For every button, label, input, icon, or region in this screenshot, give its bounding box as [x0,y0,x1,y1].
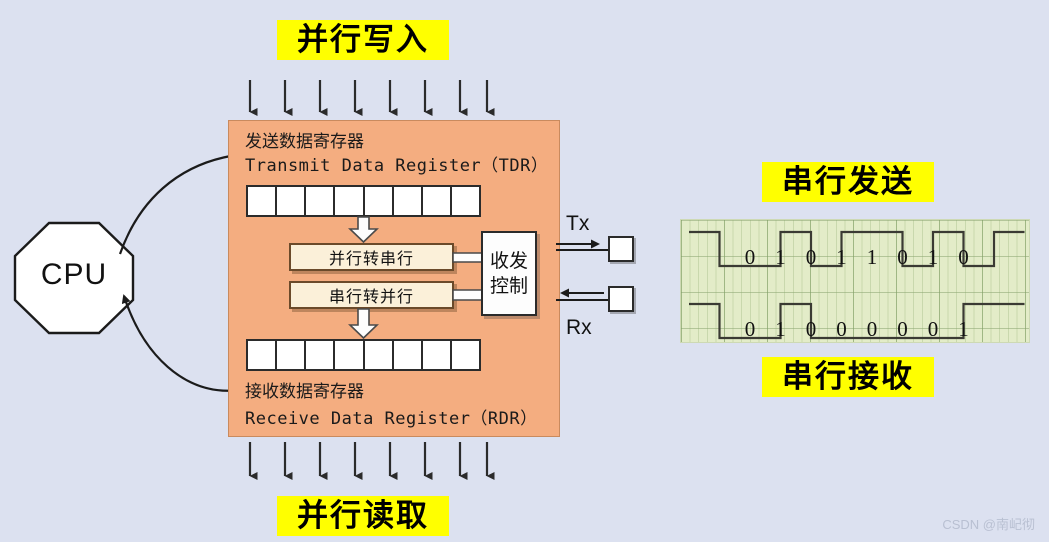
waveform-bit-label: 0 [805,245,817,269]
waveform-bit-label: 0 [866,317,878,341]
rdr-cell [306,341,336,369]
rdr-register-cells [246,339,481,371]
waveform-bit-label: 0 [897,317,908,341]
transceiver-control-box: 收发 控制 [481,231,537,316]
tdr-cell [248,187,278,215]
csdn-watermark: CSDN @南屺彻 [942,517,1035,532]
parallel-write-arrows [248,80,495,116]
rdr-cell [277,341,307,369]
rdr-label-cn: 接收数据寄存器 [245,382,364,402]
waveform-bit-label: 0 [805,317,817,341]
label-serial-receive: 串行接收 [762,357,934,397]
rdr-cell [393,341,423,369]
serial-waveform-panel: 0101101001000001 [680,219,1030,343]
diagram-canvas: 并行写入 并行读取 串行发送 串行接收 CPU 发送数据寄存器 Transmit… [0,0,1049,542]
waveform-traces [689,230,1025,340]
tx-wire [556,249,612,251]
tdr-label-cn: 发送数据寄存器 [245,132,364,152]
rx-pin-label: Rx [566,316,592,339]
rdr-cell [364,341,394,369]
control-line-2: 控制 [489,274,528,297]
tdr-cell [364,187,394,215]
tdr-cell [277,187,307,215]
tdr-cell [335,187,365,215]
waveform-bit-label: 1 [927,245,939,269]
waveform-bit-label: 0 [897,245,908,269]
tdr-cell [306,187,336,215]
tx-pin-pad[interactable] [608,236,634,262]
converter-parallel-to-serial: 并行转串行 [289,243,454,271]
label-parallel-write: 并行写入 [277,20,449,60]
parallel-read-arrows [248,442,495,480]
tx-pin-label: Tx [566,212,590,235]
label-parallel-read: 并行读取 [277,496,449,536]
tdr-cell [393,187,423,215]
rdr-cell [335,341,365,369]
waveform-bit-label: 0 [927,317,939,341]
cpu-label: CPU [40,258,108,291]
label-serial-send: 串行发送 [762,162,934,202]
waveform-bit-label: 1 [958,317,969,341]
waveform-bit-label: 1 [866,245,878,269]
waveform-bit-label: 1 [775,317,786,341]
control-line-1: 收发 [489,249,528,272]
uart-peripheral-block: 发送数据寄存器 Transmit Data Register（TDR） 并行转串… [228,120,560,437]
converter-serial-to-parallel: 串行转并行 [289,281,454,309]
rdr-label-en: Receive Data Register（RDR） [245,409,538,429]
waveform-bit-label: 1 [836,245,847,269]
tdr-cell [422,187,452,215]
tdr-cell [451,187,479,215]
rx-pin-pad[interactable] [608,286,634,312]
waveform-bit-label: 0 [744,245,756,269]
rdr-cell [422,341,452,369]
tdr-label-en: Transmit Data Register（TDR） [245,156,549,176]
rdr-cell [451,341,479,369]
waveform-bit-label: 0 [958,245,969,269]
waveform-bit-label: 1 [775,245,786,269]
tdr-to-converter-arrow [348,216,379,244]
converter-to-rdr-arrow [348,308,379,340]
rx-wire [556,299,612,301]
waveform-bit-label: 0 [744,317,756,341]
tdr-register-cells [246,185,481,217]
waveform-bit-label: 0 [836,317,847,341]
rdr-cell [248,341,278,369]
